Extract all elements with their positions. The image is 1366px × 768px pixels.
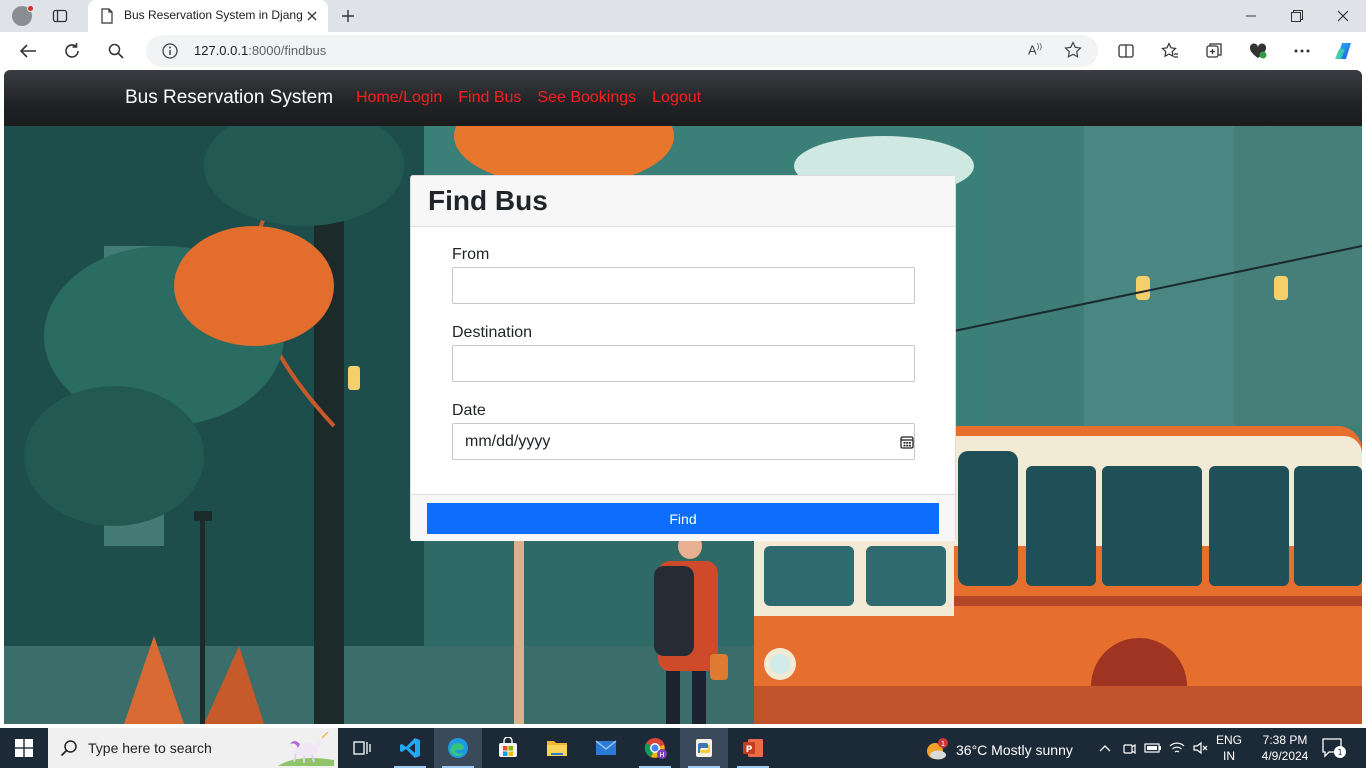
svg-text:P: P	[746, 745, 753, 755]
date-label: Date	[452, 402, 486, 419]
find-button[interactable]: Find	[427, 503, 939, 534]
chrome-icon[interactable]: H	[631, 728, 679, 768]
show-hidden-icons-chevron-icon[interactable]	[1094, 738, 1116, 758]
from-label: From	[452, 246, 490, 263]
mail-icon[interactable]	[582, 728, 630, 768]
taskbar-search-box[interactable]: Type here to search	[48, 728, 338, 768]
close-window-icon[interactable]	[1320, 0, 1366, 32]
hero-background: Find Bus From Destination Date mm/dd/yyy…	[4, 126, 1362, 724]
read-aloud-icon[interactable]: A))	[1028, 42, 1042, 57]
file-explorer-icon[interactable]	[533, 728, 581, 768]
copilot-icon[interactable]	[1332, 39, 1356, 63]
split-screen-icon[interactable]	[1114, 39, 1138, 63]
meet-now-icon[interactable]	[1118, 738, 1140, 758]
url-text: 127.0.0.1:8000/findbus	[194, 43, 326, 58]
navbar-brand[interactable]: Bus Reservation System	[125, 87, 333, 109]
nav-link-see-bookings[interactable]: See Bookings	[537, 89, 636, 107]
weather-text: 36°C Mostly sunny	[956, 742, 1073, 758]
edge-icon[interactable]	[434, 728, 482, 768]
page-title: Find Bus	[428, 185, 548, 216]
favorite-star-icon[interactable]	[1064, 41, 1082, 63]
powerpoint-icon[interactable]: P	[729, 728, 777, 768]
refresh-icon[interactable]	[60, 39, 84, 63]
svg-text:H: H	[659, 751, 664, 759]
card-header: Find Bus	[411, 176, 955, 227]
restore-icon[interactable]	[1274, 0, 1320, 32]
nav-link-find-bus[interactable]: Find Bus	[458, 89, 521, 107]
url-path: :8000/findbus	[248, 43, 327, 58]
card-footer: Find	[411, 494, 955, 541]
address-bar[interactable]: 127.0.0.1:8000/findbus A))	[146, 35, 1098, 67]
find-bus-card: Find Bus From Destination Date mm/dd/yyy…	[410, 175, 956, 541]
navbar-links: Home/Login Find Bus See Bookings Logout	[356, 89, 701, 107]
from-input[interactable]	[452, 267, 915, 304]
page-viewport: Bus Reservation System Home/Login Find B…	[4, 70, 1362, 724]
profile-avatar-icon[interactable]	[12, 5, 34, 26]
clock-date: 4/9/2024	[1261, 749, 1309, 763]
windows-taskbar: Type here to search H P 1 36°C Mostly su…	[0, 728, 1366, 768]
destination-input[interactable]	[452, 345, 915, 382]
new-tab-icon[interactable]	[338, 6, 358, 26]
tab-close-icon[interactable]	[304, 8, 320, 24]
minimize-icon[interactable]	[1228, 0, 1274, 32]
weather-widget[interactable]: 1 36°C Mostly sunny	[924, 738, 1073, 762]
tab-actions-icon[interactable]	[50, 6, 70, 26]
weather-alert-count: 1	[941, 740, 945, 748]
date-placeholder: mm/dd/yyyy	[465, 432, 551, 450]
site-navbar: Bus Reservation System Home/Login Find B…	[4, 70, 1362, 126]
language-code: ENG	[1216, 733, 1243, 747]
taskbar-search-icon	[60, 739, 78, 761]
clock-time: 7:38 PM	[1262, 733, 1308, 747]
task-view-icon[interactable]	[338, 728, 386, 768]
browser-tab-active[interactable]: Bus Reservation System in Django	[88, 0, 328, 32]
region-code: IN	[1223, 749, 1235, 763]
date-input[interactable]: mm/dd/yyyy	[452, 423, 915, 460]
browser-tab-strip: Bus Reservation System in Django	[0, 0, 1366, 32]
python-idle-icon[interactable]	[680, 728, 728, 768]
back-icon[interactable]	[16, 39, 40, 63]
input-language-indicator[interactable]: ENG IN	[1216, 732, 1242, 764]
collections-icon[interactable]	[1202, 39, 1226, 63]
more-options-icon[interactable]	[1290, 39, 1314, 63]
search-icon[interactable]	[104, 39, 128, 63]
tab-title: Bus Reservation System in Django	[124, 8, 302, 22]
url-host: 127.0.0.1	[194, 43, 249, 58]
site-info-icon[interactable]	[162, 43, 178, 63]
browser-essentials-icon[interactable]	[1246, 39, 1270, 63]
nav-link-logout[interactable]: Logout	[652, 89, 701, 107]
battery-icon[interactable]	[1142, 738, 1164, 758]
taskbar-search-placeholder: Type here to search	[88, 740, 212, 756]
vscode-icon[interactable]	[386, 728, 434, 768]
favorites-icon[interactable]	[1158, 39, 1182, 63]
microsoft-store-icon[interactable]	[484, 728, 532, 768]
nav-link-home-login[interactable]: Home/Login	[356, 89, 442, 107]
wifi-icon[interactable]	[1166, 738, 1188, 758]
profile-notification-dot	[27, 5, 34, 12]
windows-start-icon[interactable]	[0, 728, 48, 768]
weather-sun-icon: 1	[927, 738, 948, 760]
volume-muted-icon[interactable]	[1190, 738, 1212, 758]
destination-label: Destination	[452, 324, 533, 341]
system-clock[interactable]: 7:38 PM 4/9/2024	[1254, 732, 1316, 764]
browser-toolbar: 127.0.0.1:8000/findbus A))	[0, 32, 1366, 70]
notification-count: 1	[1337, 748, 1342, 757]
page-favicon-icon	[100, 8, 114, 28]
notification-center-icon[interactable]: 1	[1320, 736, 1348, 764]
search-highlight-unicorn-icon	[276, 731, 334, 768]
